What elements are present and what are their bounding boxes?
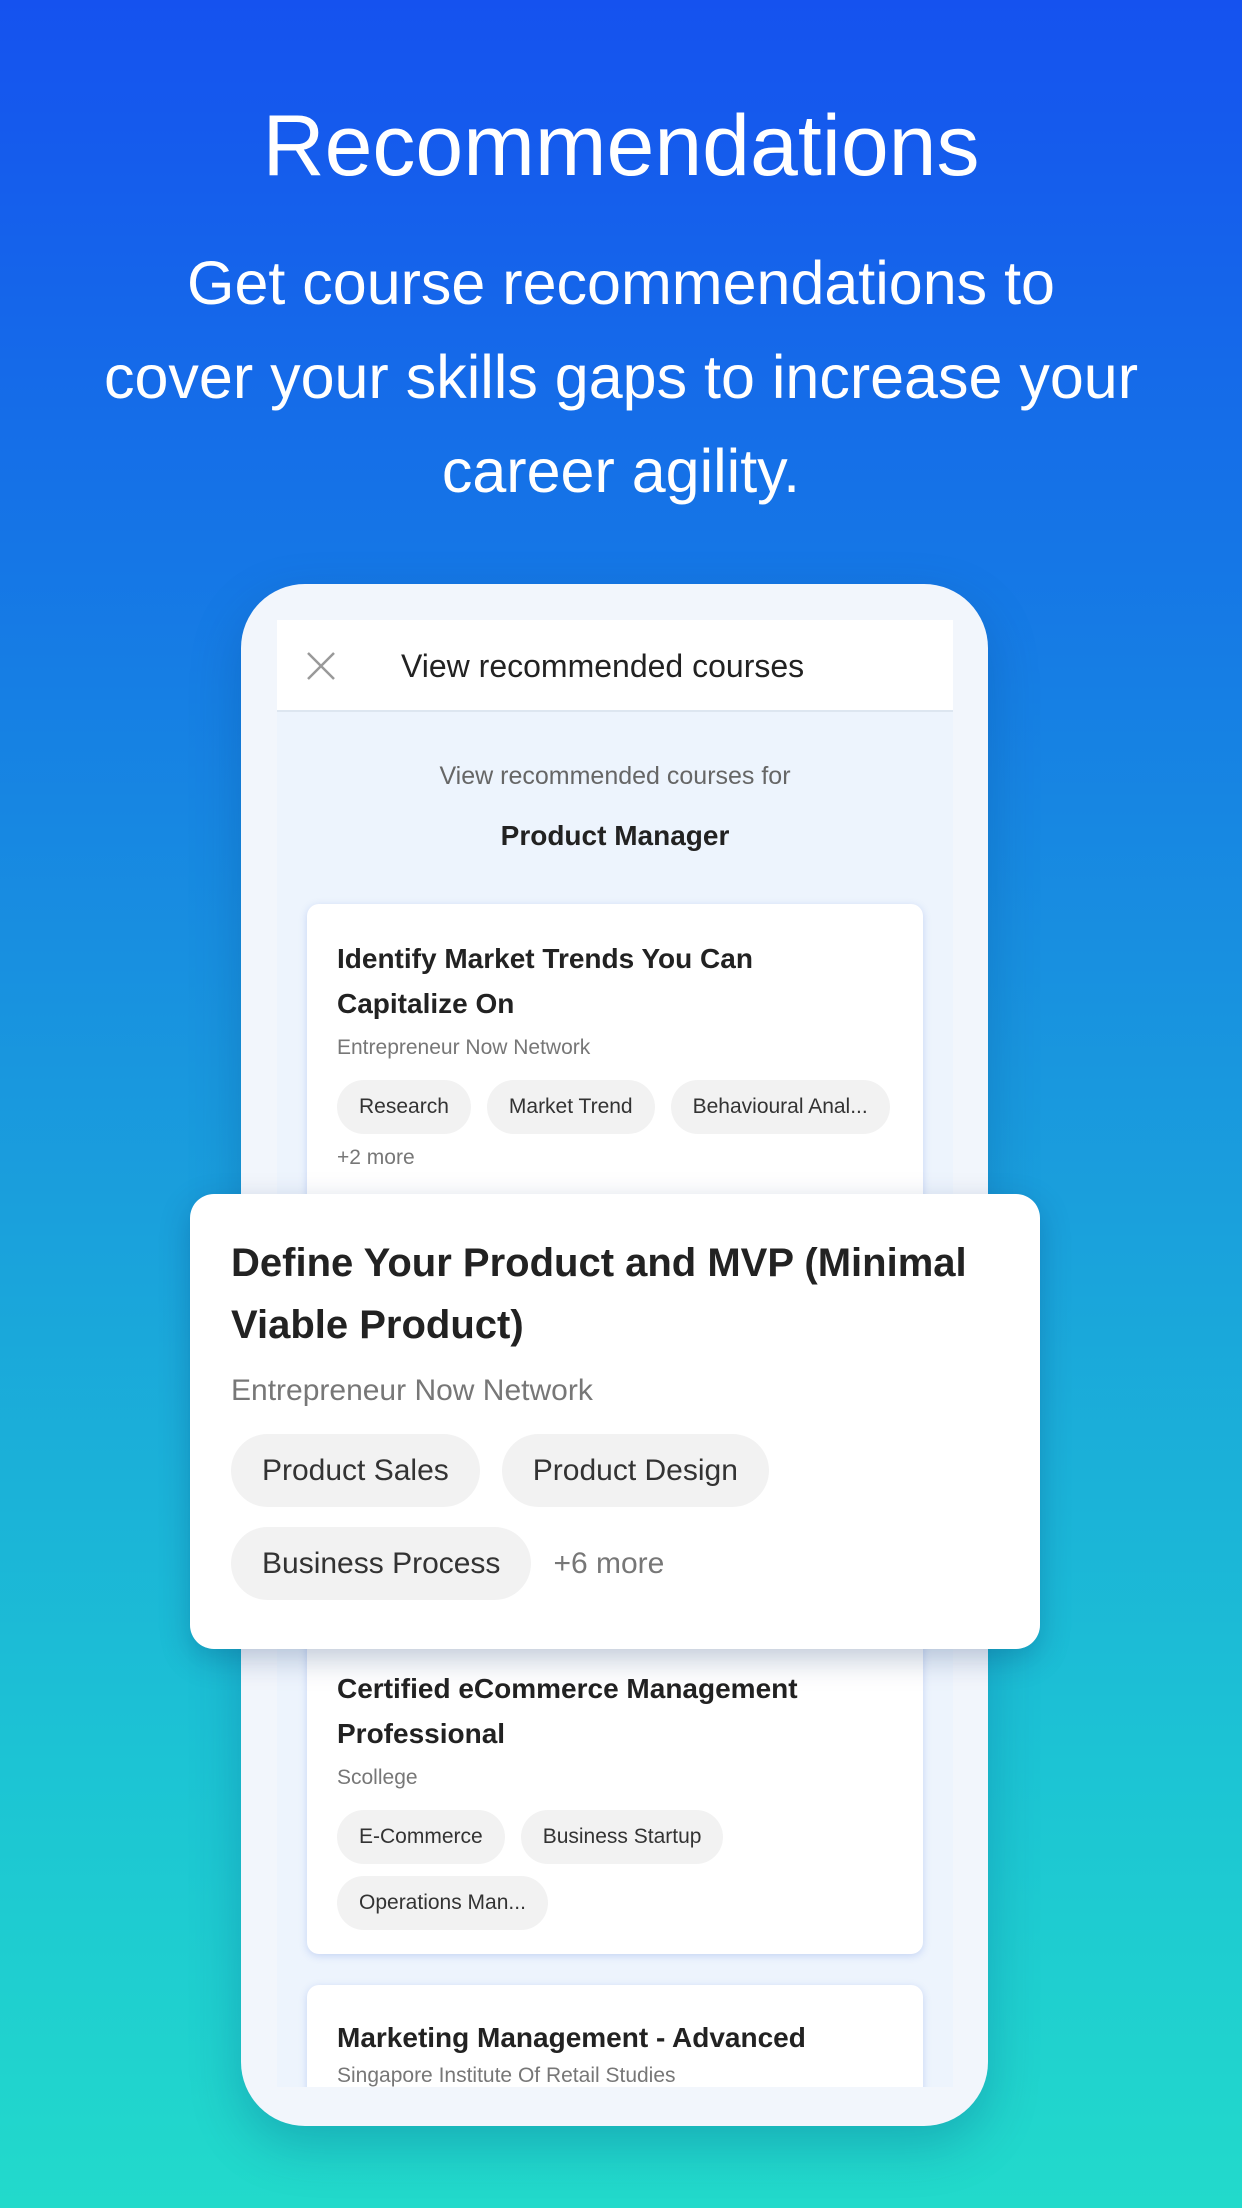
- skill-tag: Product Sales: [231, 1434, 480, 1507]
- course-card[interactable]: Marketing Management - Advanced Singapor…: [307, 1985, 923, 2087]
- course-title: Marketing Management - Advanced: [337, 2022, 806, 2053]
- skill-tag: Market Trend: [486, 1080, 655, 1134]
- course-provider: Scollege: [337, 1766, 418, 1789]
- course-provider: Singapore Institute Of Retail Studies: [337, 2064, 676, 2087]
- course-title: Certified eCommerce Management Professio…: [337, 1673, 798, 1749]
- close-icon[interactable]: [305, 650, 337, 682]
- hero-subtitle-line: cover your skills gaps to increase your: [103, 343, 1139, 411]
- course-provider: Entrepreneur Now Network: [231, 1374, 593, 1407]
- course-provider: Entrepreneur Now Network: [337, 1036, 591, 1059]
- role-name: Product Manager: [500, 820, 730, 851]
- recommended-for-label: View recommended courses for: [439, 762, 791, 790]
- highlighted-course-card[interactable]: Define Your Product and MVP (Minimal Via…: [190, 1194, 1040, 1649]
- more-tags: +2 more: [337, 1146, 415, 1169]
- course-title: Define Your Product and MVP (Minimal Via…: [231, 1241, 967, 1347]
- skill-tag: Business Process: [231, 1527, 532, 1600]
- skill-tag: Product Design: [501, 1434, 769, 1507]
- course-title: Identify Market Trends You Can Capitaliz…: [337, 943, 753, 1019]
- hero-subtitle: Get course recommendations to cover your…: [0, 236, 1242, 518]
- skill-tag: Behavioural Anal...: [670, 1080, 890, 1134]
- screen-header: View recommended courses: [277, 620, 953, 712]
- skill-tag: Research: [337, 1080, 471, 1134]
- more-tags: +6 more: [553, 1546, 665, 1580]
- hero-subtitle-line: career agility.: [441, 437, 801, 505]
- screen-title: View recommended courses: [401, 648, 805, 684]
- skill-tag: E-Commerce: [337, 1810, 505, 1864]
- skill-tag: Operations Man...: [337, 1876, 548, 1930]
- skill-tag: Business Startup: [520, 1810, 724, 1864]
- hero-title: Recommendations: [262, 98, 980, 194]
- hero-subtitle-line: Get course recommendations to: [187, 249, 1055, 317]
